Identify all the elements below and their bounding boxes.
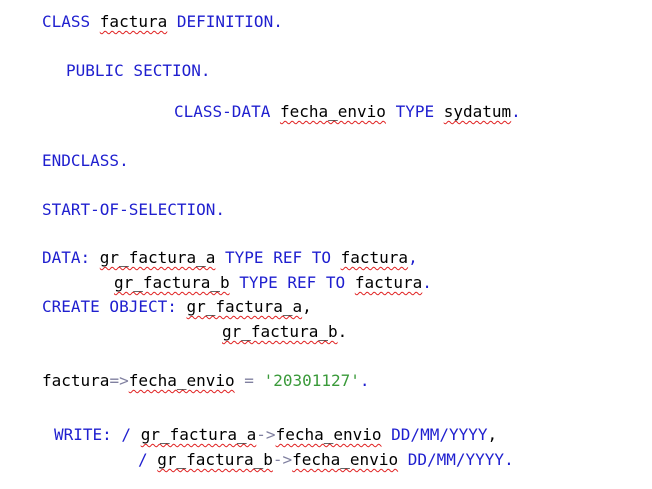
code-token: gr_factura_b [114, 273, 230, 292]
abap-code-editor[interactable]: CLASS factura DEFINITION. PUBLIC SECTION… [0, 0, 652, 489]
code-line-create-object-b[interactable]: gr_factura_b. [222, 322, 347, 342]
code-token: -> [272, 450, 293, 469]
code-line-write-b[interactable]: / gr_factura_b->fecha_envio DD/MM/YYYY. [138, 450, 514, 470]
code-line-start-of-selection[interactable]: START-OF-SELECTION. [42, 200, 225, 220]
code-token: CREATE OBJECT: [42, 297, 187, 316]
code-token: gr_factura_b [157, 450, 273, 469]
code-token: . [504, 450, 514, 469]
code-token: . [215, 200, 226, 219]
code-token: , [302, 297, 312, 316]
code-line-create-object-a[interactable]: CREATE OBJECT: gr_factura_a, [42, 297, 312, 317]
code-line-data-a[interactable]: DATA: gr_factura_a TYPE REF TO factura, [42, 248, 418, 268]
code-token: PUBLIC SECTION [66, 61, 201, 80]
code-token: ENDCLASS [42, 151, 120, 170]
code-line-class-data[interactable]: CLASS-DATA fecha_envio TYPE sydatum. [174, 102, 521, 122]
code-token: TYPE REF TO [229, 273, 355, 292]
code-token: sydatum [443, 102, 512, 121]
code-token: fecha_envio [128, 371, 235, 390]
code-token: fecha_envio [292, 450, 399, 469]
code-token: CLASS-DATA [174, 102, 280, 121]
code-token: gr_factura_a [140, 425, 257, 444]
code-line-endclass[interactable]: ENDCLASS. [42, 151, 129, 171]
code-token: factura [99, 12, 168, 31]
code-token: TYPE REF TO [215, 248, 341, 267]
code-token: DD/MM/YYYY [381, 425, 488, 444]
code-line-assignment[interactable]: factura=>fecha_envio = '20301127'. [42, 371, 370, 391]
code-token: / [138, 450, 158, 469]
code-line-write-a[interactable]: WRITE: / gr_factura_a->fecha_envio DD/MM… [54, 425, 497, 445]
code-token: factura [340, 248, 409, 267]
code-token: DATA: [42, 248, 100, 267]
code-token: . [273, 12, 283, 31]
code-token: => [109, 371, 129, 390]
code-token: = [234, 371, 264, 390]
code-token: . [119, 151, 129, 170]
code-token: DEFINITION [167, 12, 274, 31]
code-line-data-b[interactable]: gr_factura_b TYPE REF TO factura. [114, 273, 432, 293]
code-token: factura [42, 371, 110, 390]
code-line-class-definition[interactable]: CLASS factura DEFINITION. [42, 12, 283, 32]
code-token: DD/MM/YYYY [398, 450, 505, 469]
code-token: . [337, 322, 348, 341]
code-token: START-OF-SELECTION [42, 200, 216, 219]
code-token: , [408, 248, 418, 267]
code-token: gr_factura_a [99, 248, 216, 267]
code-token: . [359, 371, 370, 390]
code-line-public-section[interactable]: PUBLIC SECTION. [66, 61, 211, 81]
code-token: factura [354, 273, 423, 292]
code-token: . [200, 61, 211, 80]
code-token: TYPE [385, 102, 444, 121]
code-token: . [422, 273, 432, 292]
code-token: gr_factura_a [186, 297, 303, 316]
code-token: fecha_envio [279, 102, 386, 121]
code-token: gr_factura_b [222, 322, 338, 341]
code-token: fecha_envio [275, 425, 382, 444]
code-token: , [487, 425, 498, 444]
code-token: '20301127' [263, 371, 360, 390]
code-token: WRITE: / [54, 425, 141, 444]
code-token: CLASS [42, 12, 100, 31]
code-token: . [511, 102, 521, 121]
code-token: -> [256, 425, 276, 444]
